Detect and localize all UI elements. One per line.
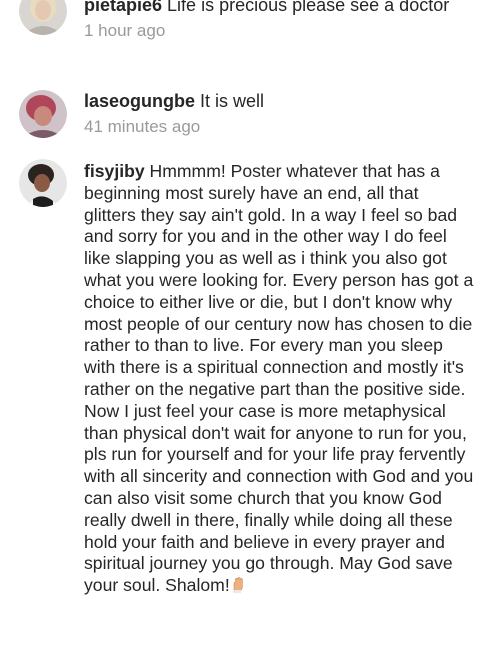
comment-content: laseogungbe It is well 41 minutes ago <box>84 90 474 138</box>
comment-timestamp: 1 hour ago <box>84 21 166 40</box>
comment-username[interactable]: pietapie6 <box>84 0 162 15</box>
comment-body: laseogungbe It is well <box>84 90 474 112</box>
comment-text: Hmmmm! Poster whatever that has a beginn… <box>84 161 474 596</box>
raised-hand-emoji-icon <box>230 577 246 594</box>
comment-body: fisyjiby Hmmmm! Poster whatever that has… <box>84 161 474 597</box>
comment-timestamp: 41 minutes ago <box>84 117 201 136</box>
user-avatar[interactable] <box>19 90 67 138</box>
comment-content: fisyjiby Hmmmm! Poster whatever that has… <box>84 161 474 597</box>
comment-body: pietapie6 Life is precious please see a … <box>84 0 474 16</box>
comment-text: It is well <box>200 91 265 111</box>
comment-username[interactable]: laseogungbe <box>84 91 195 111</box>
user-avatar[interactable] <box>19 0 67 35</box>
comment-content: pietapie6 Life is precious please see a … <box>84 0 474 42</box>
comment-username[interactable]: fisyjiby <box>84 161 145 181</box>
comment-text: Life is precious please see a doctor <box>167 0 450 15</box>
user-avatar[interactable] <box>19 159 67 207</box>
